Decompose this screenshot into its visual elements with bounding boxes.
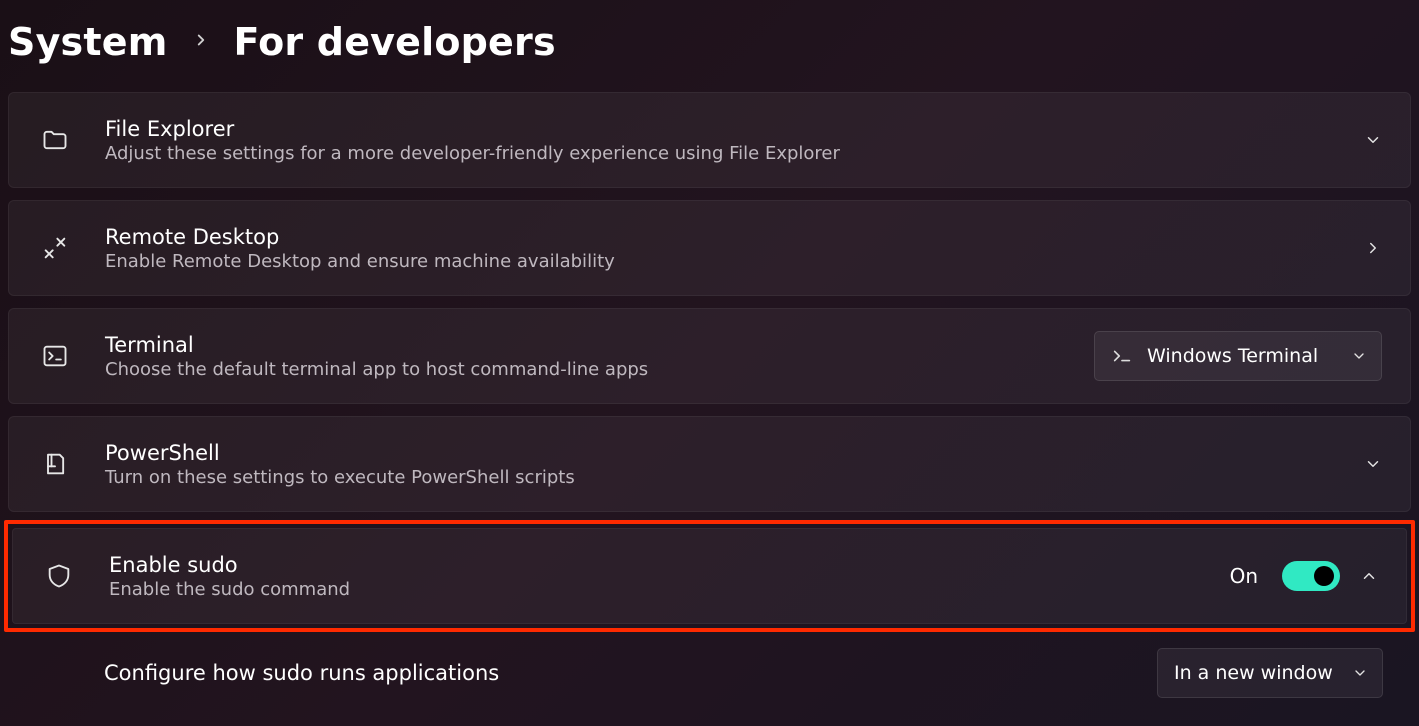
breadcrumb-current: For developers	[234, 20, 556, 64]
setting-title: Remote Desktop	[105, 225, 1364, 249]
folder-icon	[41, 126, 79, 154]
chevron-right-icon[interactable]	[1364, 239, 1382, 257]
terminal-app-dropdown[interactable]: Windows Terminal	[1094, 331, 1382, 381]
setting-title: PowerShell	[105, 441, 1364, 465]
enable-sudo-toggle[interactable]	[1282, 561, 1340, 591]
shield-icon	[45, 562, 83, 590]
chevron-right-icon	[192, 31, 210, 53]
chevron-down-icon[interactable]	[1364, 131, 1382, 149]
windows-terminal-icon	[1111, 345, 1133, 367]
remote-desktop-icon	[41, 234, 79, 262]
toggle-knob	[1314, 566, 1334, 586]
setting-desc: Enable Remote Desktop and ensure machine…	[105, 251, 1364, 272]
setting-remote-desktop[interactable]: Remote Desktop Enable Remote Desktop and…	[8, 200, 1411, 296]
setting-desc: Adjust these settings for a more develop…	[105, 143, 1364, 164]
toggle-state-label: On	[1230, 564, 1258, 588]
chevron-down-icon	[1352, 665, 1368, 681]
setting-title: Enable sudo	[109, 553, 1230, 577]
sudo-run-mode-dropdown[interactable]: In a new window	[1157, 648, 1383, 698]
powershell-icon	[41, 450, 79, 478]
chevron-up-icon[interactable]	[1360, 567, 1378, 585]
setting-terminal[interactable]: Terminal Choose the default terminal app…	[8, 308, 1411, 404]
setting-file-explorer[interactable]: File Explorer Adjust these settings for …	[8, 92, 1411, 188]
dropdown-value: In a new window	[1174, 662, 1338, 684]
highlight-enable-sudo: Enable sudo Enable the sudo command On	[4, 520, 1415, 632]
setting-desc: Turn on these settings to execute PowerS…	[105, 467, 1364, 488]
setting-powershell[interactable]: PowerShell Turn on these settings to exe…	[8, 416, 1411, 512]
setting-desc: Choose the default terminal app to host …	[105, 359, 1094, 380]
setting-enable-sudo[interactable]: Enable sudo Enable the sudo command On	[12, 528, 1407, 624]
setting-desc: Enable the sudo command	[109, 579, 1230, 600]
setting-title: File Explorer	[105, 117, 1364, 141]
breadcrumb-parent[interactable]: System	[8, 20, 168, 64]
setting-title: Terminal	[105, 333, 1094, 357]
chevron-down-icon[interactable]	[1364, 455, 1382, 473]
breadcrumb: System For developers	[8, 12, 1411, 92]
setting-sudo-run-mode: Configure how sudo runs applications In …	[8, 628, 1411, 718]
terminal-icon	[41, 342, 79, 370]
dropdown-value: Windows Terminal	[1147, 345, 1337, 367]
setting-title: Configure how sudo runs applications	[104, 661, 1157, 685]
chevron-down-icon	[1351, 348, 1367, 364]
